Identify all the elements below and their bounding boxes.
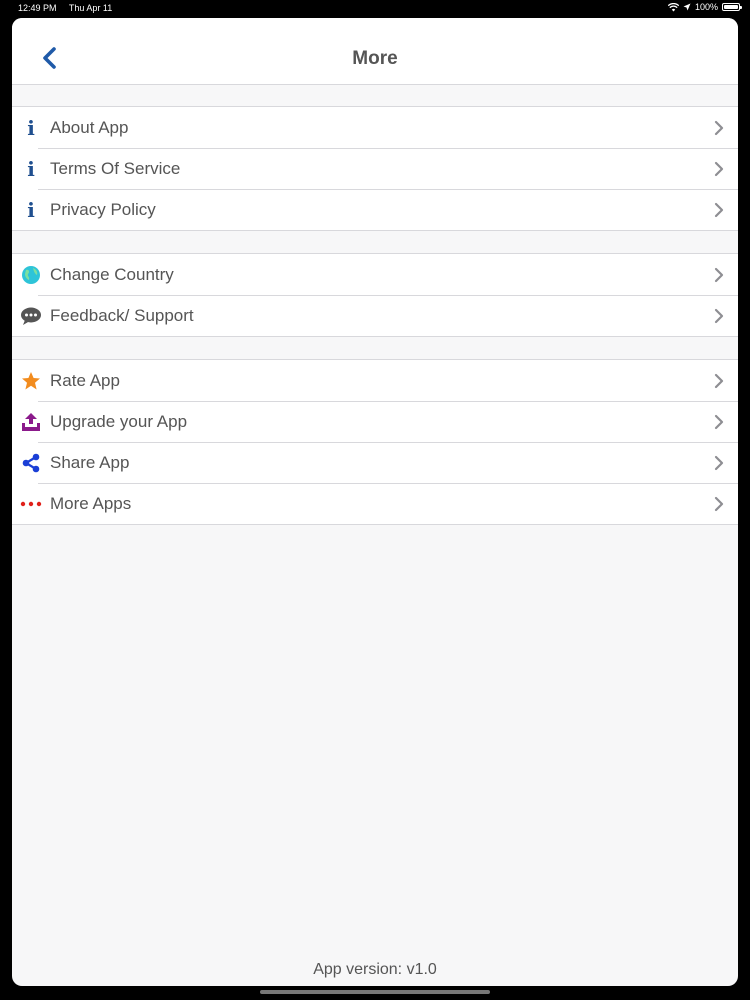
menu-item-change-country[interactable]: Change Country xyxy=(12,254,738,295)
more-dots-icon xyxy=(20,493,42,515)
menu-item-label: Change Country xyxy=(50,264,174,284)
menu-item-label: Feedback/ Support xyxy=(50,305,194,325)
share-icon xyxy=(20,452,42,474)
menu-item-more-apps[interactable]: More Apps xyxy=(12,483,738,524)
menu-item-share-app[interactable]: Share App xyxy=(12,442,738,483)
menu-item-upgrade-app[interactable]: Upgrade your App xyxy=(12,401,738,442)
battery-icon xyxy=(722,3,742,11)
home-indicator[interactable] xyxy=(260,990,490,994)
menu-item-label: More Apps xyxy=(50,493,132,513)
menu-item-label: Rate App xyxy=(50,370,120,390)
chevron-right-icon xyxy=(714,308,724,324)
menu-item-label: About App xyxy=(50,117,129,137)
menu-item-about-app[interactable]: i About App xyxy=(12,107,738,148)
menu-item-label: Upgrade your App xyxy=(50,411,188,431)
menu-group-settings: Change Country Feedback/ Support xyxy=(12,253,738,337)
chevron-right-icon xyxy=(714,120,724,136)
chevron-right-icon xyxy=(714,202,724,218)
navigation-bar: More xyxy=(12,18,738,85)
battery-percent: 100% xyxy=(694,2,718,12)
info-icon: i xyxy=(27,157,35,181)
chevron-right-icon xyxy=(714,373,724,389)
menu-item-rate-app[interactable]: Rate App xyxy=(12,360,738,401)
menu-item-label: Privacy Policy xyxy=(50,199,156,219)
chat-bubble-icon xyxy=(20,305,42,327)
app-screen: More i About App i Terms Of Service i Pr… xyxy=(12,18,738,986)
info-icon: i xyxy=(27,116,35,140)
chevron-right-icon xyxy=(714,496,724,512)
info-icon: i xyxy=(27,198,35,222)
page-title: More xyxy=(352,48,398,69)
menu-item-label: Terms Of Service xyxy=(50,158,181,178)
globe-icon xyxy=(20,264,42,286)
upload-icon xyxy=(20,411,42,433)
menu-group-info: i About App i Terms Of Service i Privacy… xyxy=(12,106,738,231)
location-arrow-icon xyxy=(683,3,691,11)
menu-group-app: Rate App Upgrade your App Share App More… xyxy=(12,359,738,525)
status-left: 12:49 PM Thu Apr 11 xyxy=(18,3,122,13)
chevron-right-icon xyxy=(714,267,724,283)
status-time: 12:49 PM xyxy=(18,3,57,13)
status-bar: 12:49 PM Thu Apr 11 100% xyxy=(0,0,750,16)
app-version-label: App version: v1.0 xyxy=(313,961,437,978)
chevron-right-icon xyxy=(714,414,724,430)
menu-item-label: Share App xyxy=(50,452,130,472)
status-right: 100% xyxy=(667,2,742,12)
menu-item-privacy-policy[interactable]: i Privacy Policy xyxy=(12,189,738,230)
chevron-right-icon xyxy=(714,455,724,471)
star-icon xyxy=(20,370,42,392)
wifi-icon xyxy=(667,2,679,11)
menu-item-terms-of-service[interactable]: i Terms Of Service xyxy=(12,148,738,189)
chevron-right-icon xyxy=(714,161,724,177)
status-date: Thu Apr 11 xyxy=(68,3,113,13)
menu-item-feedback-support[interactable]: Feedback/ Support xyxy=(12,295,738,336)
